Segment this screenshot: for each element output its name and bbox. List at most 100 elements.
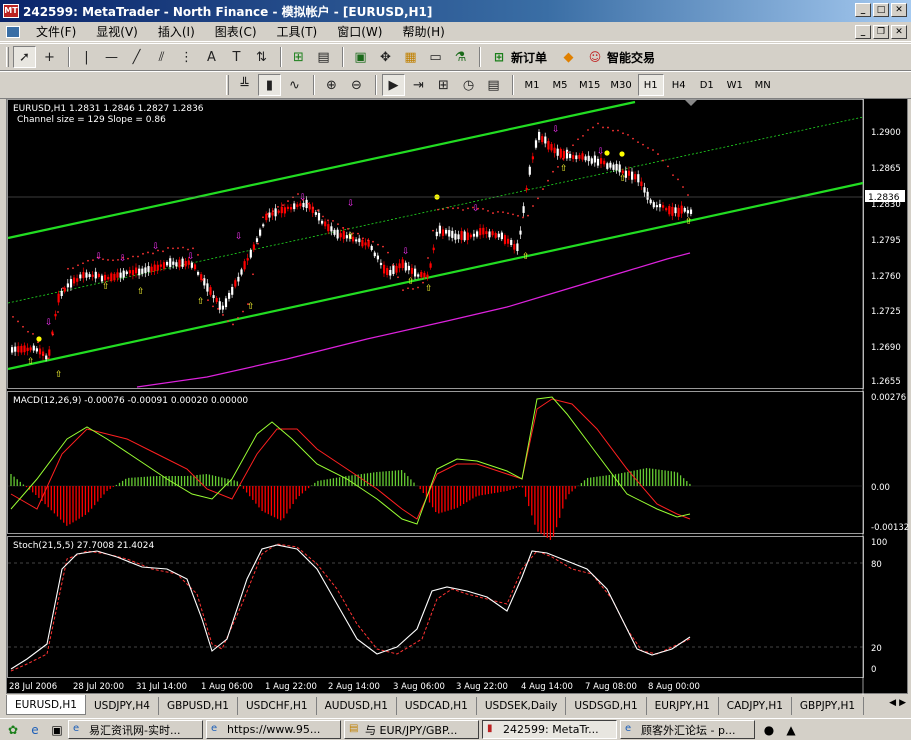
tab-gbpjpy-h1[interactable]: GBPJPY,H1: [792, 697, 865, 715]
chart-shift-marker[interactable]: [685, 100, 697, 106]
label-icon[interactable]: T: [225, 46, 248, 68]
tab-audusd-h1[interactable]: AUDUSD,H1: [317, 697, 397, 715]
up-arrow-signal: ⇧: [197, 297, 205, 307]
tray-icon[interactable]: ▲: [783, 722, 799, 738]
chart-window-icon[interactable]: [6, 25, 20, 38]
cursor-icon[interactable]: ➚: [13, 46, 36, 68]
periods-icon[interactable]: ◷: [457, 74, 480, 96]
toolbar-grip[interactable]: [6, 47, 9, 67]
timeframe-d1[interactable]: D1: [694, 74, 720, 96]
tab-cadjpy-h1[interactable]: CADJPY,H1: [719, 697, 792, 715]
tab-usdjpy-h4[interactable]: USDJPY,H4: [86, 697, 159, 715]
stoch-tick: 0: [871, 665, 876, 675]
market-watch-icon[interactable]: ▣: [349, 46, 372, 68]
expert-warning-icon[interactable]: ◆: [557, 46, 580, 68]
tab-scroll-right-icon[interactable]: ▶: [899, 698, 906, 708]
up-arrow-signal: ⇧: [619, 174, 627, 184]
horizontal-line-icon[interactable]: —: [100, 46, 123, 68]
timeframe-h4[interactable]: H4: [666, 74, 692, 96]
chart-shift-icon[interactable]: ⇥: [407, 74, 430, 96]
strategy-tester-icon[interactable]: ⚗: [449, 46, 472, 68]
tab-usdsek-daily[interactable]: USDSEK,Daily: [477, 697, 567, 715]
fibonacci-icon[interactable]: ⋮: [175, 46, 198, 68]
taskbar-item[interactable]: e https://www.95...: [206, 720, 341, 739]
menu-file[interactable]: 文件(F): [26, 23, 86, 40]
taskbar-item-metatrader[interactable]: ▮ 242599: MetaTr...: [482, 720, 617, 739]
price-chart[interactable]: ⇧⇧⇧ ⇧⇧ ⇧⇧⇧⇧⇧⇧⇧⇧⇩⇩ ⇩⇩⇩⇩⇩⇩⇩⇩⇩⇩ 1.2836 EURUSD,…: [7, 99, 909, 695]
new-chart-icon[interactable]: ⊞: [287, 46, 310, 68]
taskbar-item[interactable]: e 顾客外汇论坛 - p...: [620, 720, 755, 739]
candle-body: [100, 275, 104, 282]
candle-body: [280, 206, 283, 214]
price-tick: 1.2900: [871, 128, 901, 138]
new-order-button[interactable]: ⊞ 新订单: [486, 46, 551, 68]
auto-scroll-icon[interactable]: ▶: [382, 74, 405, 96]
indicators-icon[interactable]: ⊞: [432, 74, 455, 96]
candle-body: [637, 174, 640, 183]
menu-view[interactable]: 显视(V): [86, 23, 148, 40]
menu-window[interactable]: 窗口(W): [327, 23, 392, 40]
sar-dot: [47, 357, 49, 360]
profiles-icon[interactable]: ▤: [312, 46, 335, 68]
tab-eurjpy-h1[interactable]: EURJPY,H1: [647, 697, 719, 715]
trendline-icon[interactable]: ╱: [125, 46, 148, 68]
line-chart-icon[interactable]: ∿: [283, 74, 306, 96]
equidistant-channel-icon[interactable]: ⫽: [150, 46, 173, 68]
timeframe-w1[interactable]: W1: [722, 74, 748, 96]
taskbar-item[interactable]: ▤ 与 EUR/JPY/GBP...: [344, 720, 479, 739]
tab-usdchf-h1[interactable]: USDCHF,H1: [238, 697, 317, 715]
zoom-in-icon[interactable]: ⊕: [320, 74, 343, 96]
expert-advisors-button[interactable]: ☺ 智能交易: [582, 46, 659, 68]
chart-window[interactable]: ⇧ ⇧ ⇧ ⇧ ⇧ ⇧ ⇧ ⇧ ⇧ ⇧ ⇧ ⇧ ⇧ ⇩ ⇩ ⇩ ⇩ ⇩ ⇩ ⇩ ⇩ ⇩ ⇩ ⇩ ⇩ 1.2836 EURUSD,…: [6, 98, 909, 695]
desktop-quicklaunch-icon[interactable]: ▣: [49, 722, 65, 738]
terminal-icon[interactable]: ▭: [424, 46, 447, 68]
vertical-line-icon[interactable]: |: [75, 46, 98, 68]
bar-chart-icon[interactable]: ╩: [233, 74, 256, 96]
child-close-button[interactable]: ✕: [891, 25, 907, 39]
ie-quicklaunch-icon[interactable]: e: [27, 722, 43, 738]
templates-icon[interactable]: ▤: [482, 74, 505, 96]
maximize-button[interactable]: □: [873, 3, 889, 17]
timeframe-m15[interactable]: M15: [575, 74, 604, 96]
timeframe-h1[interactable]: H1: [637, 74, 664, 96]
candle-body: [559, 148, 562, 158]
tab-usdcad-h1[interactable]: USDCAD,H1: [397, 697, 477, 715]
data-window-icon[interactable]: ▦: [399, 46, 422, 68]
menu-charts[interactable]: 图表(C): [205, 23, 267, 40]
timeframe-m1[interactable]: M1: [519, 74, 545, 96]
candle-body: [113, 273, 116, 281]
minimize-button[interactable]: _: [855, 3, 871, 17]
crosshair-icon[interactable]: +: [38, 46, 61, 68]
child-restore-button[interactable]: ❐: [873, 25, 889, 39]
qq-tray-icon[interactable]: ●: [761, 722, 777, 738]
close-button[interactable]: ✕: [891, 3, 907, 17]
tab-scroll-left-icon[interactable]: ◀: [889, 698, 896, 708]
timeframe-m5[interactable]: M5: [547, 74, 573, 96]
title-bar[interactable]: MT 242599: MetaTrader - North Finance - …: [0, 0, 911, 22]
navigator-icon[interactable]: ✥: [374, 46, 397, 68]
text-icon[interactable]: A: [200, 46, 223, 68]
menu-tools[interactable]: 工具(T): [267, 23, 328, 40]
menu-help[interactable]: 帮助(H): [392, 23, 454, 40]
sar-dot: [412, 288, 414, 290]
child-minimize-button[interactable]: _: [855, 25, 871, 39]
taskbar-item[interactable]: e 易汇资讯网-实时...: [68, 720, 203, 739]
candle-body: [541, 136, 544, 143]
candle-body: [556, 148, 559, 156]
zoom-out-icon[interactable]: ⊖: [345, 74, 368, 96]
time-axis: 28 Jul 2006 28 Jul 20:00 31 Jul 14:00 1 …: [9, 682, 700, 692]
sar-dot: [632, 137, 634, 140]
tab-eurusd-h1[interactable]: EURUSD,H1: [6, 695, 86, 715]
candle-body: [593, 155, 596, 163]
tab-gbpusd-h1[interactable]: GBPUSD,H1: [159, 697, 238, 715]
start-icon[interactable]: ✿: [5, 722, 21, 738]
timeframe-mn[interactable]: MN: [750, 74, 776, 96]
tab-usdsgd-h1[interactable]: USDSGD,H1: [566, 697, 647, 715]
candlestick-icon[interactable]: ▮: [258, 74, 281, 96]
timeframe-m30[interactable]: M30: [606, 74, 635, 96]
sar-dot: [252, 273, 254, 276]
candle-body: [469, 234, 472, 238]
sar-dot: [532, 205, 534, 207]
menu-insert[interactable]: 插入(I): [148, 23, 205, 40]
arrows-icon[interactable]: ⇅: [250, 46, 273, 68]
